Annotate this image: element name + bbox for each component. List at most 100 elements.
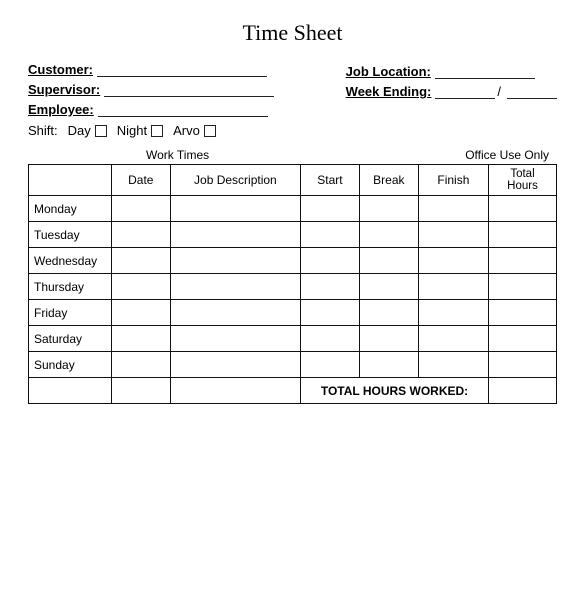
form-right: Job Location: Week Ending: / [346,64,557,117]
cell-total[interactable] [489,222,557,248]
employee-label: Employee: [28,102,94,117]
cell-break[interactable] [359,352,418,378]
cell-break[interactable] [359,222,418,248]
cell-day: Thursday [29,274,112,300]
total-hours-row: TOTAL HOURS WORKED: [29,378,557,404]
total-empty-1 [29,378,112,404]
table-row: Wednesday [29,248,557,274]
cell-date[interactable] [111,196,170,222]
cell-break[interactable] [359,196,418,222]
table-row: Friday [29,300,557,326]
cell-start[interactable] [301,196,360,222]
cell-finish[interactable] [418,196,488,222]
cell-start[interactable] [301,222,360,248]
timesheet-table: Date Job Description Start Break Finish … [28,164,557,404]
shift-day-option[interactable]: Day [68,123,107,138]
table-row: Thursday [29,274,557,300]
table-row: Sunday [29,352,557,378]
cell-date[interactable] [111,352,170,378]
week-ending-input-2[interactable] [507,85,557,99]
cell-start[interactable] [301,274,360,300]
col-header-total: TotalHours [489,165,557,196]
supervisor-input[interactable] [104,83,274,97]
cell-break[interactable] [359,326,418,352]
section-headers: Work Times Office Use Only [28,148,557,162]
cell-break[interactable] [359,274,418,300]
date-slash: / [497,84,501,99]
job-location-label: Job Location: [346,64,431,79]
col-header-date: Date [111,165,170,196]
job-location-field: Job Location: [346,64,557,79]
cell-day: Sunday [29,352,112,378]
customer-input[interactable] [97,63,267,77]
week-ending-field: Week Ending: / [346,84,557,99]
total-hours-value[interactable] [489,378,557,404]
cell-finish[interactable] [418,248,488,274]
shift-arvo-option[interactable]: Arvo [173,123,216,138]
cell-break[interactable] [359,248,418,274]
cell-day: Friday [29,300,112,326]
cell-finish[interactable] [418,326,488,352]
cell-finish[interactable] [418,352,488,378]
cell-jobdesc[interactable] [170,274,300,300]
cell-jobdesc[interactable] [170,326,300,352]
customer-field: Customer: [28,62,274,77]
office-use-header: Office Use Only [465,148,549,162]
cell-total[interactable] [489,248,557,274]
total-hours-label: TOTAL HOURS WORKED: [301,378,489,404]
cell-break[interactable] [359,300,418,326]
col-header-finish: Finish [418,165,488,196]
table-row: Tuesday [29,222,557,248]
cell-jobdesc[interactable] [170,248,300,274]
job-location-input[interactable] [435,65,535,79]
cell-start[interactable] [301,326,360,352]
cell-day: Wednesday [29,248,112,274]
table-row: Saturday [29,326,557,352]
cell-total[interactable] [489,274,557,300]
shift-night-option[interactable]: Night [117,123,163,138]
table-header-row: Date Job Description Start Break Finish … [29,165,557,196]
cell-jobdesc[interactable] [170,352,300,378]
page-title: Time Sheet [28,20,557,46]
cell-start[interactable] [301,352,360,378]
cell-total[interactable] [489,352,557,378]
week-ending-label: Week Ending: [346,84,432,99]
week-ending-input-1[interactable] [435,85,495,99]
employee-input[interactable] [98,103,268,117]
cell-total[interactable] [489,196,557,222]
cell-date[interactable] [111,222,170,248]
cell-finish[interactable] [418,300,488,326]
supervisor-label: Supervisor: [28,82,100,97]
customer-label: Customer: [28,62,93,77]
cell-date[interactable] [111,300,170,326]
cell-start[interactable] [301,300,360,326]
col-header-break: Break [359,165,418,196]
table-row: Monday [29,196,557,222]
cell-date[interactable] [111,326,170,352]
shift-day-label: Day [68,123,91,138]
supervisor-field: Supervisor: [28,82,274,97]
form-left: Customer: Supervisor: Employee: [28,62,274,117]
cell-date[interactable] [111,248,170,274]
cell-jobdesc[interactable] [170,222,300,248]
shift-arvo-checkbox[interactable] [204,125,216,137]
col-header-start: Start [301,165,360,196]
cell-total[interactable] [489,300,557,326]
timesheet-page: Time Sheet Customer: Supervisor: Employe… [0,0,585,597]
cell-total[interactable] [489,326,557,352]
cell-finish[interactable] [418,222,488,248]
cell-start[interactable] [301,248,360,274]
shift-arvo-label: Arvo [173,123,200,138]
cell-date[interactable] [111,274,170,300]
shift-night-label: Night [117,123,147,138]
cell-jobdesc[interactable] [170,196,300,222]
shift-night-checkbox[interactable] [151,125,163,137]
work-times-header: Work Times [146,148,209,162]
cell-finish[interactable] [418,274,488,300]
shift-day-checkbox[interactable] [95,125,107,137]
cell-day: Monday [29,196,112,222]
total-empty-3 [170,378,300,404]
cell-jobdesc[interactable] [170,300,300,326]
shift-row: Shift: Day Night Arvo [28,123,557,138]
cell-day: Tuesday [29,222,112,248]
